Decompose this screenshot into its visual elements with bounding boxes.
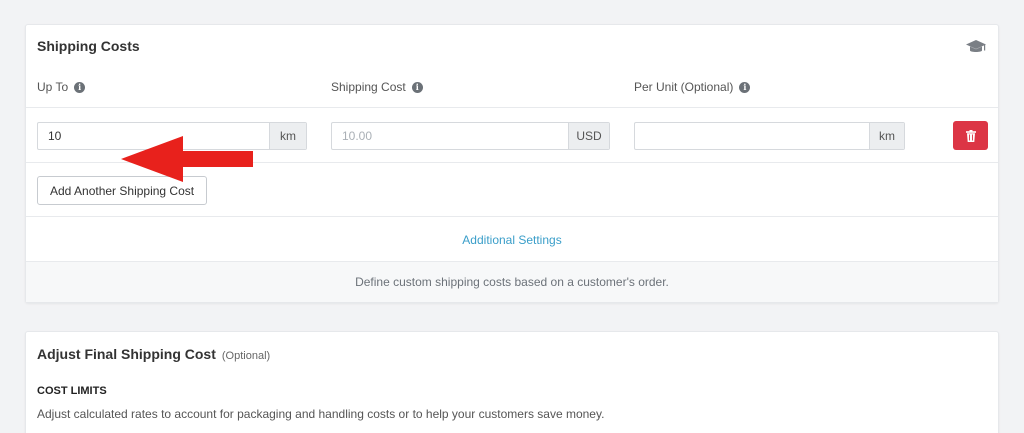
per-unit-input[interactable]: [635, 123, 869, 149]
footer-note-text: Define custom shipping costs based on a …: [355, 275, 669, 289]
footer-note: Define custom shipping costs based on a …: [26, 261, 998, 302]
up-to-input-group: km: [37, 122, 307, 150]
header-divider: [26, 107, 998, 108]
per-unit-label: Per Unit (Optional) i: [634, 80, 751, 94]
shipping-costs-title: Shipping Costs: [37, 38, 140, 54]
per-unit-label-text: Per Unit (Optional): [634, 80, 734, 94]
adjust-final-title-text: Adjust Final Shipping Cost: [37, 346, 216, 362]
up-to-label: Up To i: [37, 80, 86, 94]
cost-limits-description: Adjust calculated rates to account for p…: [37, 407, 605, 421]
optional-label: (Optional): [221, 350, 271, 362]
graduation-cap-icon[interactable]: [966, 39, 986, 55]
shipping-costs-card: Shipping Costs Up To i Shipping Cost i P…: [25, 24, 999, 303]
up-to-unit-addon: km: [269, 123, 306, 149]
add-shipping-cost-button[interactable]: Add Another Shipping Cost: [37, 176, 208, 205]
per-unit-input-group: km: [634, 122, 905, 150]
up-to-label-text: Up To: [37, 80, 69, 94]
shipping-cost-label-text: Shipping Cost: [331, 80, 406, 94]
shipping-cost-label: Shipping Cost i: [331, 80, 423, 94]
shipping-cost-input[interactable]: [332, 123, 568, 149]
row-divider: [26, 162, 998, 163]
info-icon[interactable]: i: [411, 81, 423, 93]
info-icon[interactable]: i: [74, 81, 86, 93]
actions-divider: [26, 216, 998, 217]
adjust-final-shipping-card: Adjust Final Shipping Cost (Optional) COS…: [25, 331, 999, 433]
trash-icon: [965, 129, 976, 142]
cost-limits-heading: COST LIMITS: [37, 385, 107, 397]
info-icon[interactable]: i: [739, 81, 751, 93]
shipping-cost-currency-addon: USD: [568, 123, 609, 149]
adjust-final-title: Adjust Final Shipping Cost (Optional): [37, 346, 270, 362]
shipping-cost-input-group: USD: [331, 122, 610, 150]
additional-settings-link[interactable]: Additional Settings: [26, 233, 998, 247]
up-to-input[interactable]: [38, 123, 269, 149]
per-unit-unit-addon: km: [869, 123, 904, 149]
delete-row-button[interactable]: [953, 121, 988, 150]
